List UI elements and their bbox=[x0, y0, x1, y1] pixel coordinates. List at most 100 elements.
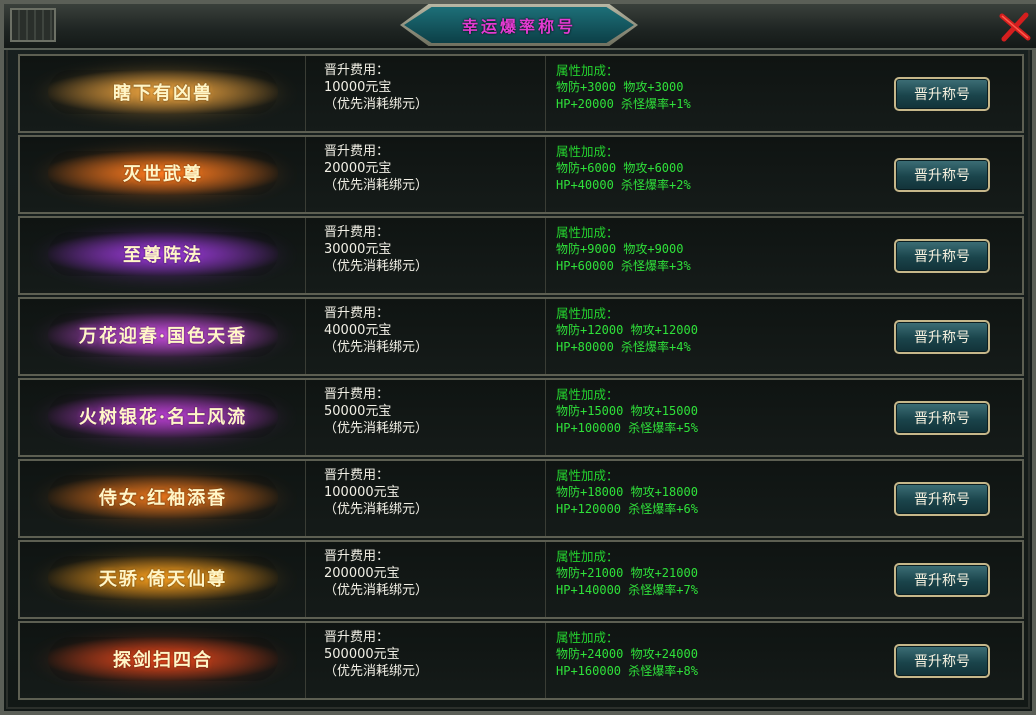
title-badge-cell: 灭世武尊 bbox=[20, 137, 306, 212]
title-list: 瞎下有凶兽 晋升费用： 10000元宝 （优先消耗绑元） 属性加成： 物防+30… bbox=[18, 54, 1024, 706]
title-badge-text: 火树银花·名士风流 bbox=[78, 407, 248, 428]
window-title: 幸运爆率称号 bbox=[461, 17, 576, 36]
title-badge-text: 瞎下有凶兽 bbox=[113, 83, 213, 104]
cost-cell: 晋升费用： 20000元宝 （优先消耗绑元） bbox=[306, 137, 546, 212]
cost-value: 50000元宝 bbox=[324, 404, 392, 419]
attribute-line-1: 物防+9000 物攻+9000 bbox=[556, 242, 684, 256]
button-cell: 晋升称号 bbox=[862, 380, 1022, 455]
upgrade-title-button[interactable]: 晋升称号 bbox=[894, 157, 990, 192]
title-row: 至尊阵法 晋升费用： 30000元宝 （优先消耗绑元） 属性加成： 物防+900… bbox=[18, 216, 1024, 295]
cost-label: 晋升费用： bbox=[324, 63, 390, 78]
upgrade-title-button[interactable]: 晋升称号 bbox=[894, 481, 990, 516]
button-cell: 晋升称号 bbox=[862, 461, 1022, 536]
upgrade-title-button[interactable]: 晋升称号 bbox=[894, 76, 990, 111]
cost-value: 500000元宝 bbox=[324, 647, 400, 662]
cost-label: 晋升费用： bbox=[324, 468, 390, 483]
attribute-label: 属性加成： bbox=[556, 144, 619, 159]
attribute-cell: 属性加成： 物防+18000 物攻+18000 HP+120000 杀怪爆率+6… bbox=[546, 461, 862, 536]
cost-label: 晋升费用： bbox=[324, 225, 390, 240]
cost-cell: 晋升费用： 30000元宝 （优先消耗绑元） bbox=[306, 218, 546, 293]
cost-value: 10000元宝 bbox=[324, 80, 392, 95]
attribute-line-1: 物防+18000 物攻+18000 bbox=[556, 485, 698, 499]
title-row: 瞎下有凶兽 晋升费用： 10000元宝 （优先消耗绑元） 属性加成： 物防+30… bbox=[18, 54, 1024, 133]
button-cell: 晋升称号 bbox=[862, 218, 1022, 293]
cost-note: （优先消耗绑元） bbox=[324, 97, 429, 112]
cost-value: 40000元宝 bbox=[324, 323, 392, 338]
attribute-cell: 属性加成： 物防+21000 物攻+21000 HP+140000 杀怪爆率+7… bbox=[546, 542, 862, 617]
cost-value: 20000元宝 bbox=[324, 161, 392, 176]
title-badge: 至尊阵法 bbox=[48, 232, 278, 276]
cost-label: 晋升费用： bbox=[324, 630, 390, 645]
title-badge-text: 侍女·红袖添香 bbox=[98, 488, 228, 509]
window-titlebar: 幸运爆率称号 bbox=[4, 4, 1036, 50]
ornament-left bbox=[10, 8, 56, 42]
button-cell: 晋升称号 bbox=[862, 56, 1022, 131]
title-badge-cell: 至尊阵法 bbox=[20, 218, 306, 293]
attribute-cell: 属性加成： 物防+9000 物攻+9000 HP+60000 杀怪爆率+3% bbox=[546, 218, 862, 293]
title-row: 灭世武尊 晋升费用： 20000元宝 （优先消耗绑元） 属性加成： 物防+600… bbox=[18, 135, 1024, 214]
attribute-line-2: HP+140000 杀怪爆率+7% bbox=[556, 583, 698, 597]
cost-value: 30000元宝 bbox=[324, 242, 392, 257]
button-cell: 晋升称号 bbox=[862, 299, 1022, 374]
title-badge-cell: 侍女·红袖添香 bbox=[20, 461, 306, 536]
attribute-line-2: HP+80000 杀怪爆率+4% bbox=[556, 340, 691, 354]
upgrade-title-button[interactable]: 晋升称号 bbox=[894, 238, 990, 273]
attribute-label: 属性加成： bbox=[556, 225, 619, 240]
title-upgrade-window: 幸运爆率称号 瞎下有凶兽 晋升费用： 10000元宝 （优先消耗绑元） 属性加成… bbox=[0, 0, 1036, 715]
cost-label: 晋升费用： bbox=[324, 549, 390, 564]
button-cell: 晋升称号 bbox=[862, 542, 1022, 617]
title-row: 火树银花·名士风流 晋升费用： 50000元宝 （优先消耗绑元） 属性加成： 物… bbox=[18, 378, 1024, 457]
attribute-line-2: HP+160000 杀怪爆率+8% bbox=[556, 664, 698, 678]
title-row: 侍女·红袖添香 晋升费用： 100000元宝 （优先消耗绑元） 属性加成： 物防… bbox=[18, 459, 1024, 538]
attribute-line-1: 物防+24000 物攻+24000 bbox=[556, 647, 698, 661]
title-badge-text: 探剑扫四合 bbox=[113, 650, 213, 671]
button-cell: 晋升称号 bbox=[862, 623, 1022, 698]
attribute-line-2: HP+120000 杀怪爆率+6% bbox=[556, 502, 698, 516]
attribute-cell: 属性加成： 物防+12000 物攻+12000 HP+80000 杀怪爆率+4% bbox=[546, 299, 862, 374]
upgrade-title-button[interactable]: 晋升称号 bbox=[894, 562, 990, 597]
attribute-label: 属性加成： bbox=[556, 630, 619, 645]
title-row: 探剑扫四合 晋升费用： 500000元宝 （优先消耗绑元） 属性加成： 物防+2… bbox=[18, 621, 1024, 700]
cost-note: （优先消耗绑元） bbox=[324, 502, 429, 517]
title-badge-text: 天骄·倚天仙尊 bbox=[98, 569, 228, 590]
upgrade-title-button[interactable]: 晋升称号 bbox=[894, 319, 990, 354]
attribute-line-2: HP+40000 杀怪爆率+2% bbox=[556, 178, 691, 192]
title-badge: 探剑扫四合 bbox=[48, 637, 278, 681]
attribute-label: 属性加成： bbox=[556, 63, 619, 78]
cost-cell: 晋升费用： 200000元宝 （优先消耗绑元） bbox=[306, 542, 546, 617]
cost-note: （优先消耗绑元） bbox=[324, 340, 429, 355]
cost-value: 200000元宝 bbox=[324, 566, 400, 581]
attribute-cell: 属性加成： 物防+24000 物攻+24000 HP+160000 杀怪爆率+8… bbox=[546, 623, 862, 698]
cost-cell: 晋升费用： 100000元宝 （优先消耗绑元） bbox=[306, 461, 546, 536]
attribute-line-2: HP+20000 杀怪爆率+1% bbox=[556, 97, 691, 111]
title-badge-text: 灭世武尊 bbox=[123, 164, 203, 185]
cost-label: 晋升费用： bbox=[324, 306, 390, 321]
title-row: 天骄·倚天仙尊 晋升费用： 200000元宝 （优先消耗绑元） 属性加成： 物防… bbox=[18, 540, 1024, 619]
close-button[interactable] bbox=[998, 12, 1032, 42]
attribute-line-2: HP+100000 杀怪爆率+5% bbox=[556, 421, 698, 435]
attribute-line-1: 物防+12000 物攻+12000 bbox=[556, 323, 698, 337]
upgrade-title-button[interactable]: 晋升称号 bbox=[894, 643, 990, 678]
attribute-label: 属性加成： bbox=[556, 306, 619, 321]
cost-cell: 晋升费用： 40000元宝 （优先消耗绑元） bbox=[306, 299, 546, 374]
button-cell: 晋升称号 bbox=[862, 137, 1022, 212]
cost-note: （优先消耗绑元） bbox=[324, 664, 429, 679]
attribute-line-1: 物防+21000 物攻+21000 bbox=[556, 566, 698, 580]
cost-value: 100000元宝 bbox=[324, 485, 400, 500]
title-badge: 天骄·倚天仙尊 bbox=[48, 556, 278, 600]
title-plate: 幸运爆率称号 bbox=[404, 7, 634, 43]
cost-cell: 晋升费用： 500000元宝 （优先消耗绑元） bbox=[306, 623, 546, 698]
title-badge: 火树银花·名士风流 bbox=[48, 394, 278, 438]
upgrade-title-button[interactable]: 晋升称号 bbox=[894, 400, 990, 435]
attribute-label: 属性加成： bbox=[556, 387, 619, 402]
attribute-line-1: 物防+15000 物攻+15000 bbox=[556, 404, 698, 418]
attribute-cell: 属性加成： 物防+6000 物攻+6000 HP+40000 杀怪爆率+2% bbox=[546, 137, 862, 212]
title-badge-text: 至尊阵法 bbox=[123, 245, 203, 266]
title-row: 万花迎春·国色天香 晋升费用： 40000元宝 （优先消耗绑元） 属性加成： 物… bbox=[18, 297, 1024, 376]
title-badge-cell: 火树银花·名士风流 bbox=[20, 380, 306, 455]
attribute-cell: 属性加成： 物防+3000 物攻+3000 HP+20000 杀怪爆率+1% bbox=[546, 56, 862, 131]
title-badge-text: 万花迎春·国色天香 bbox=[78, 326, 248, 347]
cost-label: 晋升费用： bbox=[324, 144, 390, 159]
title-badge-cell: 天骄·倚天仙尊 bbox=[20, 542, 306, 617]
cost-note: （优先消耗绑元） bbox=[324, 259, 429, 274]
